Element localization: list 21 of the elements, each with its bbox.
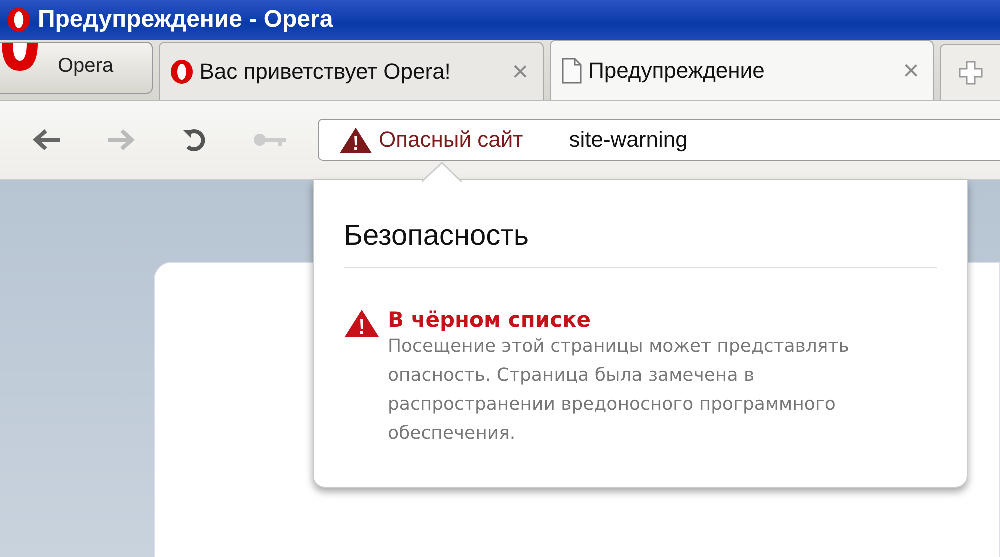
- tab-title: Вас приветствует Opera!: [200, 58, 452, 84]
- popup-title: Безопасность: [344, 220, 937, 268]
- danger-label: Опасный сайт: [379, 127, 524, 153]
- opera-menu-button[interactable]: Opera: [0, 42, 153, 94]
- tab-title: Предупреждение: [588, 58, 766, 84]
- warning-heading: В чёрном списке: [388, 308, 592, 332]
- forward-icon[interactable]: [106, 128, 136, 152]
- opera-logo-icon: [170, 58, 194, 84]
- opera-logo-icon: [0, 43, 40, 73]
- warning-icon: [339, 126, 373, 154]
- opera-logo-icon: [6, 6, 32, 34]
- warning-icon: [344, 308, 380, 338]
- plus-icon: [958, 60, 984, 86]
- address-text: site-warning: [569, 127, 688, 153]
- browser-tab[interactable]: Вас приветствует Opera! ×: [158, 42, 544, 100]
- back-icon[interactable]: [32, 128, 62, 152]
- browser-tab[interactable]: Предупреждение ×: [550, 40, 934, 100]
- warning-text: Посещение этой страницы может представлять опасность. Страница была замечена в распространении вредоносного программного обеспечения.: [388, 335, 850, 446]
- new-tab-button[interactable]: [940, 44, 1000, 100]
- window-title: Предупреждение - Opera: [38, 6, 334, 34]
- page-icon: [560, 58, 583, 84]
